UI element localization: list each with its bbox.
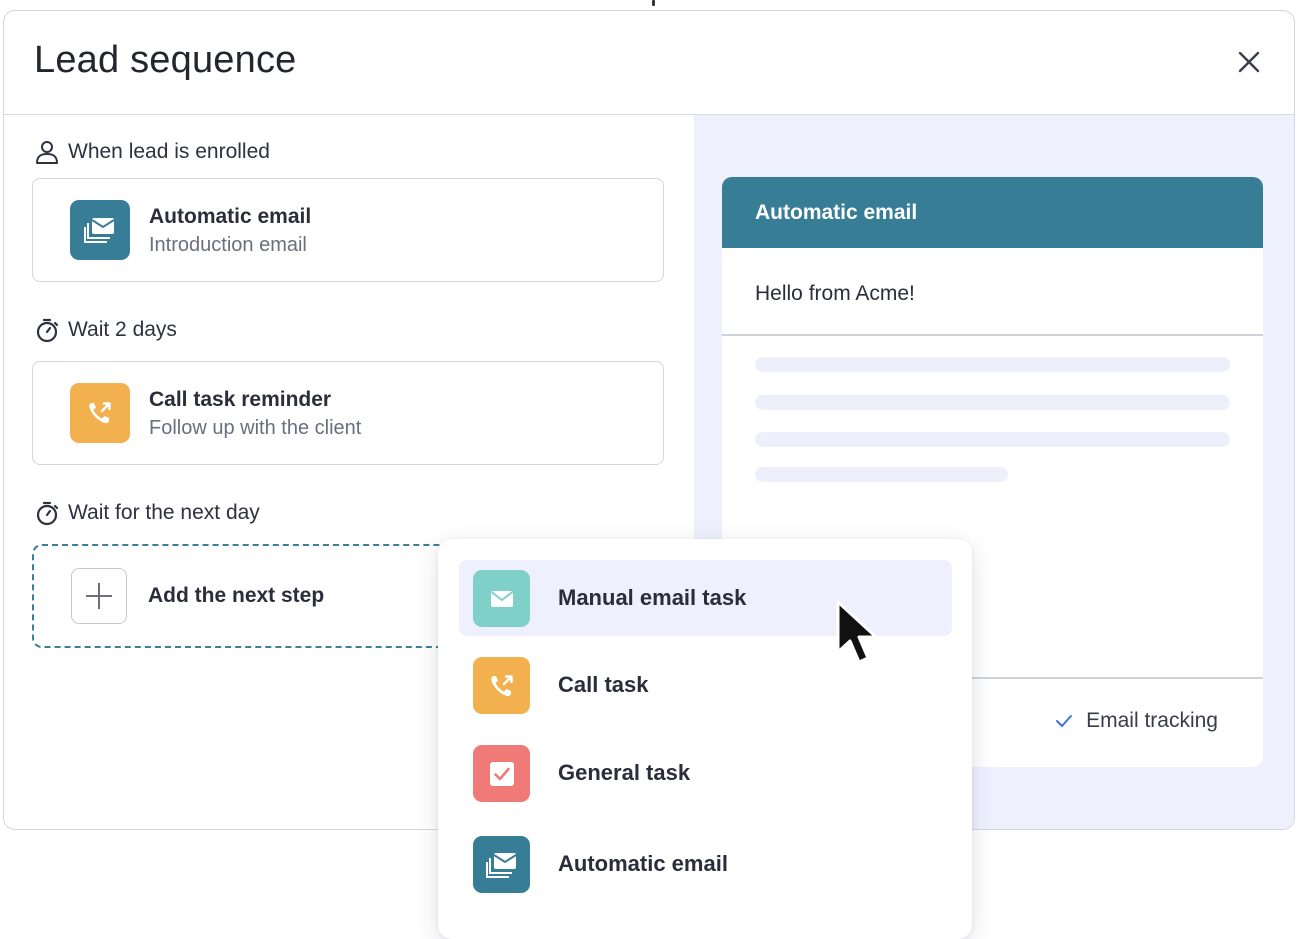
stopwatch-icon [36,501,59,526]
trigger-label: When lead is enrolled [34,139,270,165]
step-subtitle: Introduction email [149,234,307,256]
close-icon [1238,51,1260,73]
modal-title: Lead sequence [34,39,297,81]
checkbox-icon [473,745,530,802]
email-tracking-checkbox[interactable]: Email tracking [1054,709,1218,733]
menu-item-label: Automatic email [558,851,728,876]
step-title: Call task reminder [149,388,332,411]
step-title: Automatic email [149,205,312,228]
close-button[interactable] [1234,47,1264,77]
body-placeholder-line [755,432,1230,447]
menu-item-automatic-email[interactable]: Automatic email [459,826,952,902]
stacked-mail-icon [473,836,530,893]
menu-item-label: Call task [558,672,649,697]
checkmark-icon [1054,711,1074,731]
step-card-call-task[interactable]: Call task reminder Follow up with the cl… [32,361,664,465]
phone-callback-icon [473,657,530,714]
body-placeholder-line [755,395,1230,410]
add-next-step-button[interactable]: Add the next step [32,544,502,648]
wait-label: Wait 2 days [34,317,177,343]
body-placeholder-line [755,467,1008,482]
body-placeholder-line [755,357,1230,372]
mail-icon [473,570,530,627]
modal-header: Lead sequence [4,11,1294,115]
email-tracking-label: Email tracking [1086,709,1218,732]
menu-item-label: Manual email task [558,585,747,610]
phone-callback-icon [70,383,130,443]
step-subtitle: Follow up with the client [149,417,362,439]
divider [722,334,1263,336]
person-icon [36,141,58,164]
window-notch [652,0,655,6]
mouse-pointer-icon [836,600,878,664]
preview-header-title: Automatic email [755,201,918,224]
menu-item-general-task[interactable]: General task [459,735,952,811]
wait-label: Wait for the next day [34,500,260,526]
menu-item-label: General task [558,760,691,785]
plus-icon [71,568,127,624]
stopwatch-icon [36,318,59,343]
stacked-mail-icon [70,200,130,260]
email-subject: Hello from Acme! [755,282,915,305]
add-step-label: Add the next step [148,584,325,607]
preview-header: Automatic email [722,177,1263,248]
step-card-automatic-email[interactable]: Automatic email Introduction email [32,178,664,282]
